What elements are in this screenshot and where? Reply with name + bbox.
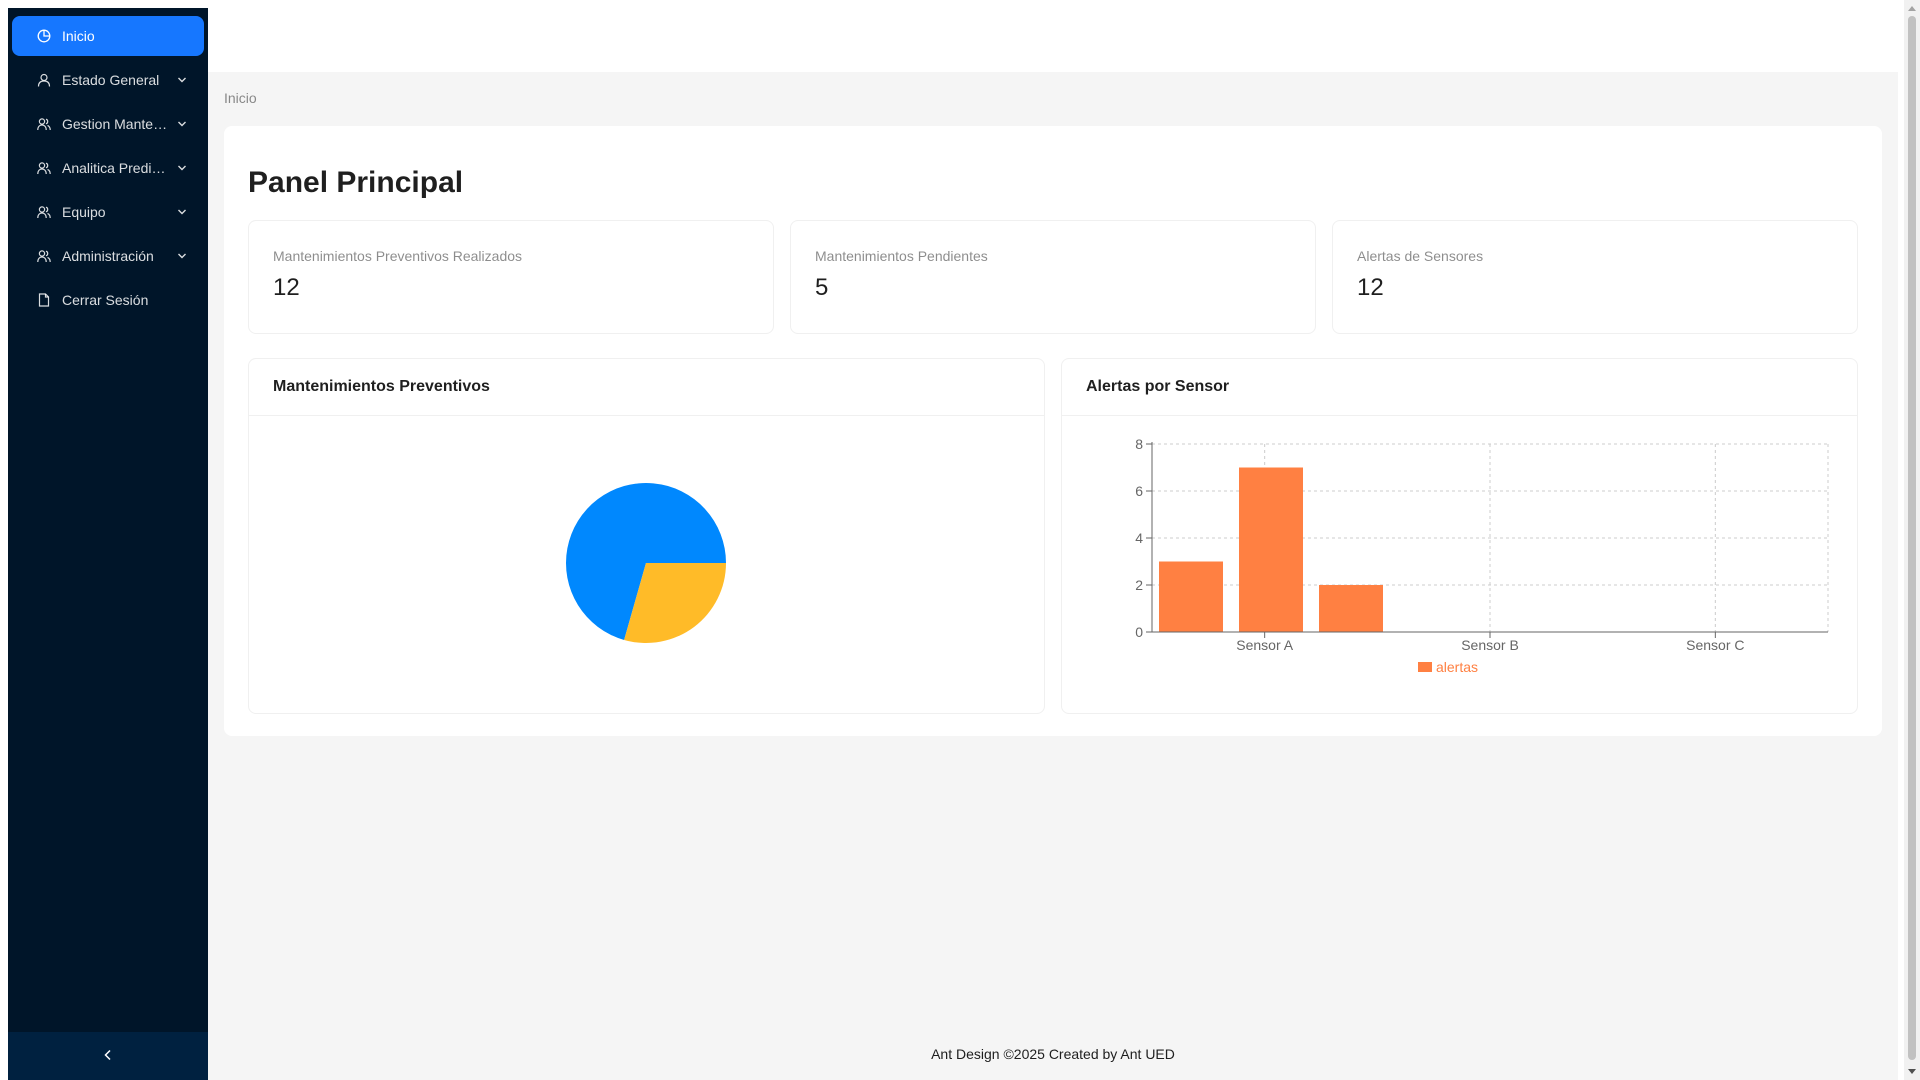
chart-card-title: Mantenimientos Preventivos [249, 359, 1044, 416]
sidebar-item-label: Equipo [62, 204, 106, 220]
chevron-down-icon [170, 119, 194, 129]
stat-value: 12 [273, 274, 300, 301]
bar[interactable] [1239, 467, 1303, 633]
chevron-left-icon [102, 1048, 114, 1064]
chevron-down-icon [170, 207, 194, 217]
sidebar-item-analitica-predictiva[interactable]: Analitica Predictiva [12, 148, 204, 188]
scroll-up-arrow-icon[interactable] [1904, 0, 1920, 16]
stat-card-preventivos: Mantenimientos Preventivos Realizados 12 [248, 220, 774, 334]
sidebar-menu: Inicio Estado General Gestion Mantenimie… [8, 8, 208, 320]
chevron-down-icon [170, 75, 194, 85]
sidebar-item-label: Inicio [62, 28, 95, 44]
content-panel: Panel Principal Mantenimientos Preventiv… [224, 126, 1882, 736]
stat-card-pendientes: Mantenimientos Pendientes 5 [790, 220, 1316, 334]
chart-card-alertas: Alertas por Sensor 0 2 4 6 8 Sensor A Sensor B… [1061, 358, 1858, 714]
page-title: Panel Principal [248, 166, 464, 199]
sidebar-item-estado-general[interactable]: Estado General [12, 60, 204, 100]
top-header [208, 0, 1898, 72]
vertical-scrollbar[interactable] [1904, 0, 1920, 1080]
sidebar-collapse-button[interactable] [8, 1032, 208, 1080]
stat-title: Mantenimientos Preventivos Realizados [273, 248, 523, 264]
footer: Ant Design ©2025 Created by Ant UED [931, 1046, 1175, 1062]
stat-title: Mantenimientos Pendientes [815, 248, 988, 264]
sidebar-item-inicio[interactable]: Inicio [12, 16, 204, 56]
sidebar-item-label: Estado General [62, 72, 160, 88]
x-tick-label: Sensor A [1236, 637, 1293, 653]
y-tick-label: 0 [1135, 624, 1143, 640]
y-tick-label: 4 [1135, 530, 1143, 546]
main-area: Inicio Panel Principal Mantenimientos Pr… [208, 72, 1898, 1080]
team-icon [36, 116, 52, 132]
stat-card-alertas: Alertas de Sensores 12 [1332, 220, 1858, 334]
sidebar-item-label: Gestion Mantenimiento [62, 116, 170, 132]
sidebar-item-label: Analitica Predictiva [62, 160, 170, 176]
bar[interactable] [1319, 585, 1383, 632]
chevron-down-icon [170, 163, 194, 173]
legend-label[interactable]: alertas [1436, 659, 1478, 675]
stat-title: Alertas de Sensores [1357, 248, 1484, 264]
scroll-down-arrow-icon[interactable] [1904, 1064, 1920, 1080]
stat-value: 5 [815, 274, 829, 301]
sidebar-item-equipo[interactable]: Equipo [12, 192, 204, 232]
x-tick-label: Sensor C [1686, 637, 1744, 653]
sidebar-item-gestion-mantenimiento[interactable]: Gestion Mantenimiento [12, 104, 204, 144]
sidebar-item-administracion[interactable]: Administración [12, 236, 204, 276]
team-icon [36, 248, 52, 264]
team-icon [36, 204, 52, 220]
breadcrumb: Inicio [224, 90, 257, 106]
sidebar: Inicio Estado General Gestion Mantenimie… [8, 8, 208, 1080]
sidebar-item-label: Cerrar Sesión [62, 292, 149, 308]
bar[interactable] [1159, 561, 1223, 633]
sidebar-item-cerrar-sesion[interactable]: Cerrar Sesión [12, 280, 204, 320]
y-tick-label: 2 [1135, 577, 1143, 593]
chevron-down-icon [170, 251, 194, 261]
stat-value: 12 [1357, 274, 1384, 301]
pie-chart-icon [36, 28, 52, 44]
chart-card-title: Alertas por Sensor [1062, 359, 1857, 416]
bar-chart: 0 2 4 6 8 Sensor A Sensor B Sensor C alertas [1135, 436, 1829, 675]
team-icon [36, 160, 52, 176]
scrollbar-thumb[interactable] [1908, 16, 1916, 1060]
file-icon [36, 292, 52, 308]
legend-swatch [1418, 662, 1432, 672]
user-icon [36, 72, 52, 88]
sidebar-item-label: Administración [62, 248, 154, 264]
y-tick-label: 6 [1135, 483, 1143, 499]
x-tick-label: Sensor B [1461, 637, 1519, 653]
y-tick-label: 8 [1135, 436, 1143, 452]
pie-chart [566, 483, 726, 644]
chart-card-preventivos: Mantenimientos Preventivos [248, 358, 1045, 714]
